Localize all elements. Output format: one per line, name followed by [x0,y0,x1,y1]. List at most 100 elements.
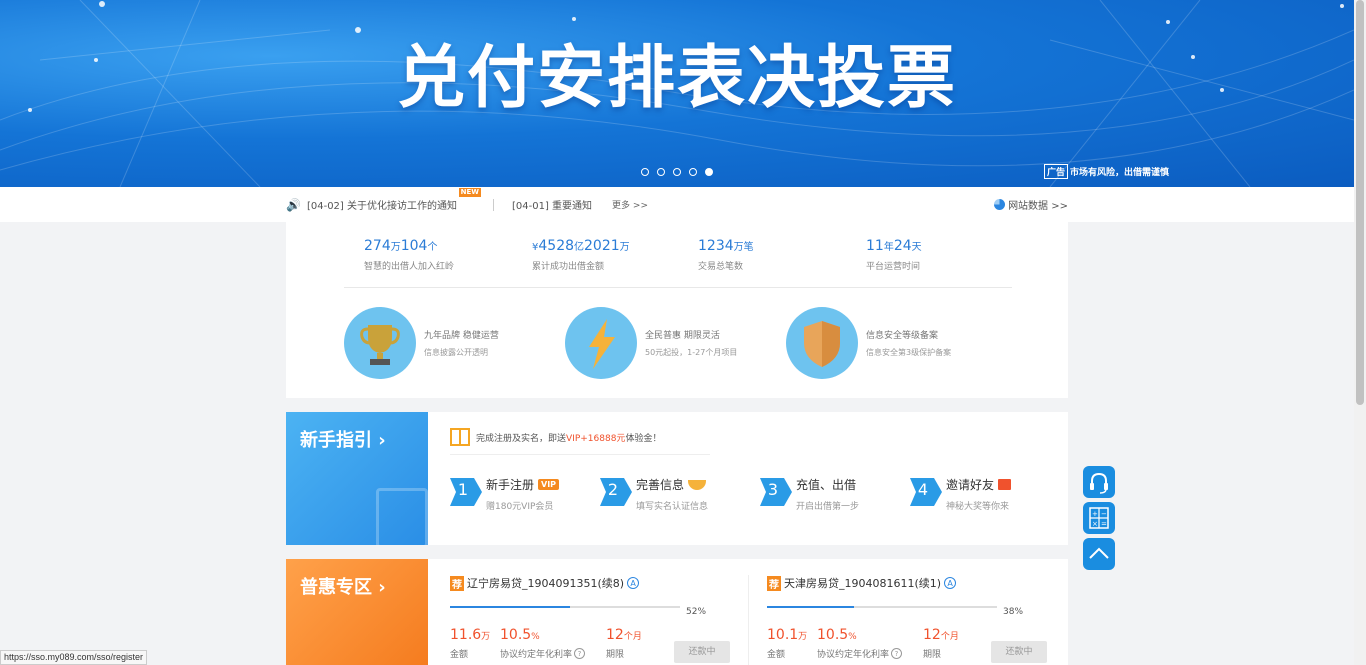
calculator-icon[interactable]: + − × = [1083,502,1115,534]
notice-link-2[interactable]: [04-01] 重要通知 [512,197,592,212]
guide-step-recharge[interactable]: 3 充值、出借 开启出借第一步 [760,476,859,512]
stat-transactions: 1234万笔 交易总笔数 [698,238,754,272]
site-data-link[interactable]: 网站数据 >> [994,197,1068,212]
stat-transactions-value: 1234万笔 [698,238,754,254]
step-sub: 赠180元VIP会员 [486,502,554,512]
gift-decoration-icon [376,488,428,545]
vip-badge: VIP [538,479,560,490]
product-term: 12个月 期限 [923,627,959,660]
stat-operation-time: 11年24天 平台运营时间 [866,238,922,272]
hero-banner[interactable]: 兑付安排表决投票 广告 市场有风险，出借需谨慎 [0,0,1354,187]
carousel-dot[interactable] [689,168,697,176]
product-amount: 10.1万 金额 [767,627,808,660]
feature-title: 信息安全等级备案 [866,331,939,341]
present-icon [998,479,1012,490]
step-title: 邀请好友 [946,478,995,492]
step-sub: 神秘大奖等你来 [946,502,1010,512]
carousel-dot[interactable] [657,168,665,176]
product-name[interactable]: 天津房易贷_1904081611(续1) [784,575,941,591]
stat-lenders-label: 智慧的出借人加入红岭 [364,262,455,272]
recommend-badge: 荐 [450,575,464,591]
step-title: 充值、出借 [796,478,857,492]
stat-operation-label: 平台运营时间 [866,262,921,272]
grade-a-icon: A [627,577,640,589]
scrollbar[interactable] [1354,0,1366,665]
carousel-dot[interactable] [673,168,681,176]
step-sub: 开启出借第一步 [796,502,860,512]
guide-step-register[interactable]: 1 新手注册 VIP 赠180元VIP会员 [450,476,560,512]
product-card[interactable]: 荐 天津房易贷_1904081611(续1) A 38% 10.1万 金额 10… [767,575,1051,663]
notice-bar: 🔊 [04-02] 关于优化接访工作的通知 NEW [04-01] 重要通知 更… [0,187,1354,222]
grade-a-icon: A [944,577,957,589]
feature-security: 信息安全等级备案 信息安全第3级保护备案 [786,307,951,379]
progress-fill [767,606,855,608]
product-rate: 10.5% 协议约定年化利率? [500,627,586,660]
step-number-icon: 3 [760,476,792,508]
product-amount: 11.6万 金额 [450,627,491,660]
headset-icon[interactable] [1083,466,1115,498]
benefit-title[interactable]: 普惠专区 › [300,573,386,599]
notice-more-link[interactable]: 更多 >> [612,198,648,211]
feature-sub: 信息披露公开透明 [424,348,488,357]
ad-tag: 广告 [1044,164,1069,179]
carousel-dot-active[interactable] [705,168,713,176]
step-number-icon: 2 [600,476,632,508]
svg-text:×: × [1092,520,1098,528]
guide-step-info[interactable]: 2 完善信息 填写实名认证信息 [600,476,708,512]
carousel-dots [641,168,713,176]
product-term: 12个月 期限 [606,627,642,660]
stat-operation-value: 11年24天 [866,238,922,254]
product-rate: 10.5% 协议约定年化利率? [817,627,903,660]
step-sub: 填写实名认证信息 [636,502,709,512]
recommend-badge: 荐 [767,575,781,591]
lightning-icon [565,307,637,379]
svg-text:=: = [1101,520,1107,528]
guide-header-panel[interactable]: 新手指引 › [286,412,428,545]
step-title: 新手注册 [486,478,535,492]
notice-link-1[interactable]: [04-02] 关于优化接访工作的通知 NEW [307,188,481,212]
ad-notice: 广告 市场有风险，出借需谨慎 [1044,164,1169,179]
stats-card: 274万104个 智慧的出借人加入红岭 ¥4528亿2021万 累计成功出借金额… [286,222,1068,398]
back-to-top-icon[interactable] [1083,538,1115,570]
pie-chart-icon [994,199,1006,210]
notice-text-1[interactable]: [04-02] 关于优化接访工作的通知 [307,201,457,212]
help-icon[interactable]: ? [574,648,586,659]
ad-text: 市场有风险，出借需谨慎 [1070,168,1170,178]
guide-title[interactable]: 新手指引 › [300,426,386,452]
scrollbar-thumb[interactable] [1356,0,1364,405]
stat-lenders-value: 274万104个 [364,238,438,254]
step-title: 完善信息 [636,478,685,492]
progress-fill [450,606,570,608]
guide-promo: 完成注册及实名，即送 VIP+16888元 体验金！ [450,428,661,446]
progress-bar [767,606,997,608]
banner-title: 兑付安排表决投票 [396,39,957,118]
promo-divider [450,454,710,455]
product-card[interactable]: 荐 辽宁房易贷_1904091351(续8) A 52% 11.6万 金额 10… [450,575,734,663]
repaying-button[interactable]: 还款中 [674,641,730,663]
stat-amount: ¥4528亿2021万 累计成功出借金额 [532,238,630,272]
newbie-guide-section: 新手指引 › 完成注册及实名，即送 VIP+16888元 体验金！ 1 新手注册 VI… [286,412,1068,545]
svg-text:−: − [1101,510,1107,518]
new-badge: NEW [458,188,481,197]
product-name[interactable]: 辽宁房易贷_1904091351(续8) [467,575,624,591]
benefit-header-panel[interactable]: 普惠专区 › [286,559,428,665]
step-number-icon: 4 [910,476,942,508]
shield-icon [786,307,858,379]
stat-amount-value: ¥4528亿2021万 [532,238,630,254]
carousel-dot[interactable] [641,168,649,176]
feature-brand: 九年品牌 稳健运营 信息披露公开透明 [344,307,499,379]
stat-lenders: 274万104个 智慧的出借人加入红岭 [364,238,454,272]
benefit-zone-section: 普惠专区 › 荐 辽宁房易贷_1904091351(续8) A 52% 11.6… [286,559,1068,665]
trophy-icon [344,307,416,379]
svg-text:+: + [1092,510,1098,518]
site-data-label[interactable]: 网站数据 >> [1008,197,1068,212]
help-icon[interactable]: ? [891,648,903,659]
step-number-icon: 1 [450,476,482,508]
guide-step-invite[interactable]: 4 邀请好友 神秘大奖等你来 [910,476,1012,512]
progress-label: 38% [1003,607,1024,617]
gift-icon [450,428,470,446]
gold-ingot-icon [688,479,707,490]
feature-inclusive: 全民普惠 期限灵活 50元起投，1-27个月项目 [565,307,737,379]
stat-transactions-label: 交易总笔数 [698,262,744,272]
repaying-button[interactable]: 还款中 [991,641,1047,663]
